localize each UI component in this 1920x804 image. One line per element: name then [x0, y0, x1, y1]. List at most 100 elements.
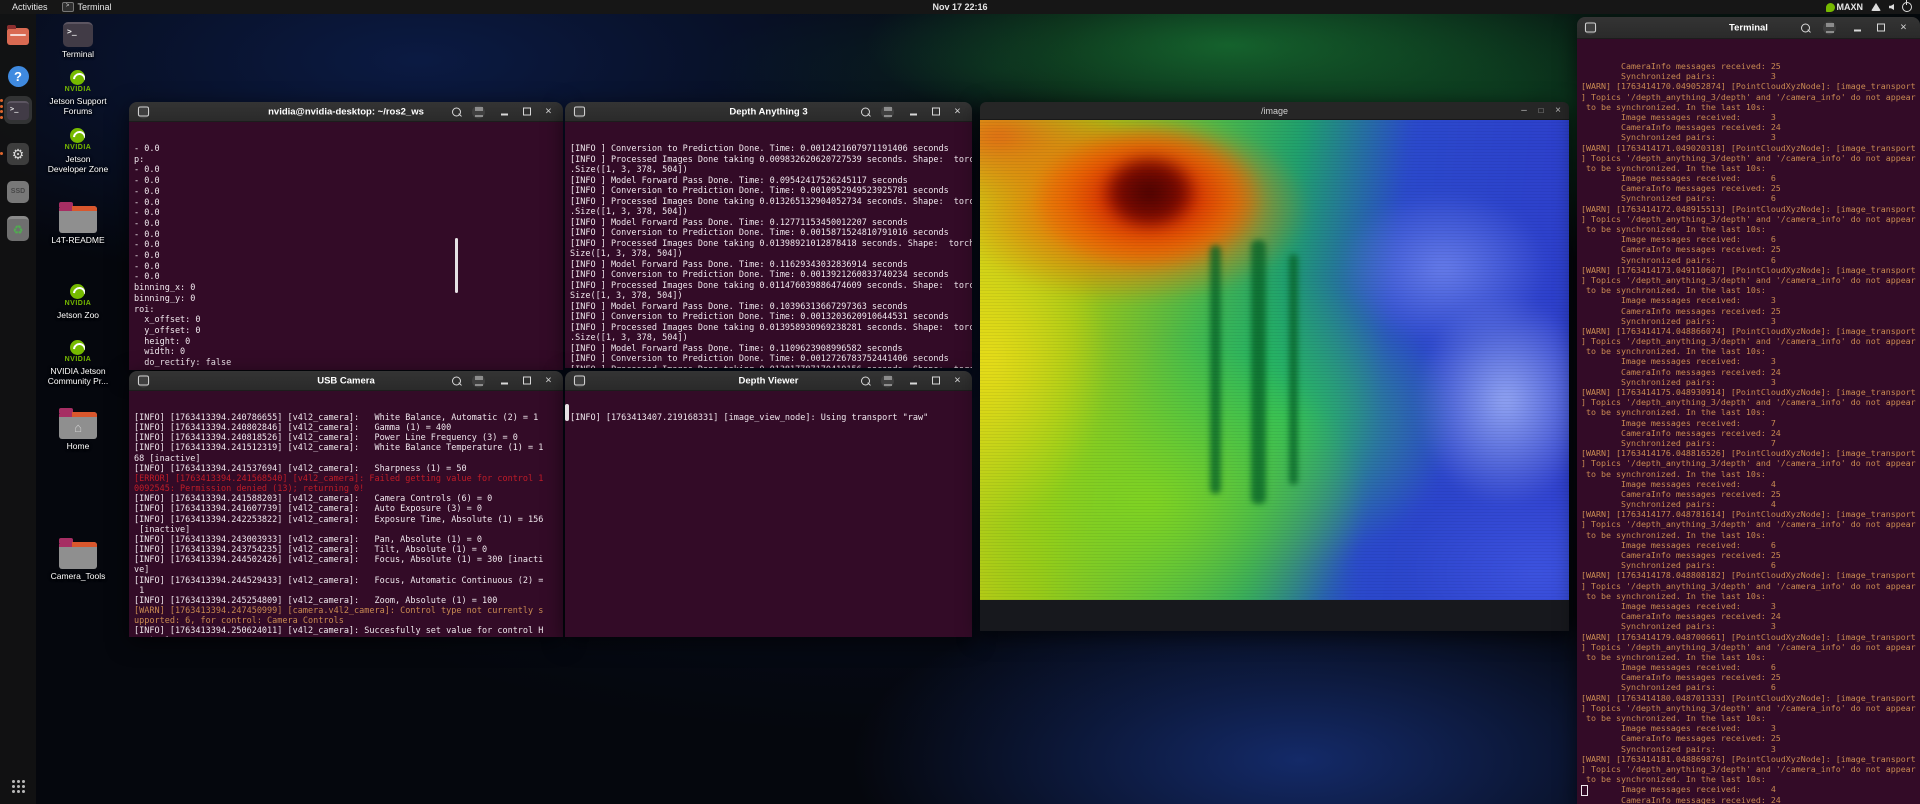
nvidia-logo-icon: NVIDIA — [65, 70, 92, 94]
terminal-line: Image messages received: 4 — [1581, 478, 1776, 489]
headerbar[interactable]: Depth Anything 3 × — [565, 102, 972, 122]
desktop-icon-l4t-readme[interactable]: L4T-README — [46, 202, 110, 245]
terminal-output[interactable]: - 0.0 p: - 0.0- 0.0- 0.0- 0.0- 0.0- 0.0- 0… — [129, 122, 563, 370]
search-button[interactable] — [859, 105, 872, 118]
open-window-dots — [0, 99, 3, 119]
minimize-button[interactable] — [498, 374, 511, 387]
headerbar[interactable]: USB Camera × — [129, 371, 563, 391]
menu-button[interactable] — [472, 374, 485, 387]
titlebar[interactable]: /image – □ × — [980, 102, 1569, 120]
dock-item-settings[interactable]: ⚙ — [0, 140, 32, 168]
headerbar[interactable]: Depth Viewer × — [565, 371, 972, 391]
terminal-line: to be synchronized. In the last 10s: — [1581, 713, 1766, 723]
desktop-icon-jetson-support-forums[interactable]: NVIDIA Jetson Support Forums — [46, 70, 110, 116]
new-tab-button[interactable] — [137, 105, 150, 118]
terminal-line: [INFO ] Processed Images Done taking 0.0… — [570, 365, 972, 369]
maximize-button[interactable] — [929, 374, 942, 387]
files-icon — [7, 24, 29, 45]
terminal-line: to be synchronized. In the last 10s: — [1581, 468, 1766, 479]
desktop-icon-camera-tools[interactable]: Camera_Tools — [46, 538, 110, 581]
close-button[interactable]: × — [1897, 21, 1910, 34]
close-button[interactable]: × — [951, 105, 964, 118]
minimize-icon — [501, 113, 508, 116]
search-button[interactable] — [1799, 21, 1812, 34]
terminal-line: Synchronized pairs: 4 — [1581, 499, 1776, 510]
minimize-button[interactable] — [498, 105, 511, 118]
maximize-button[interactable] — [520, 105, 533, 118]
terminal-output[interactable]: [INFO ] Conversion to Prediction Done. T… — [565, 122, 972, 368]
search-button[interactable] — [859, 374, 872, 387]
dock-item-files[interactable] — [4, 22, 32, 50]
dock-item-help[interactable]: ? — [4, 62, 32, 90]
maximize-button[interactable] — [929, 105, 942, 118]
desktop-icon-terminal[interactable]: >_ Terminal — [46, 22, 110, 59]
show-applications-button[interactable] — [4, 772, 32, 800]
terminal-output[interactable]: [INFO] [1763413394.240786655] [v4l2_came… — [129, 391, 563, 637]
terminal-line: [INFO ] Conversion to Prediction Done. T… — [570, 144, 949, 154]
menu-button[interactable] — [881, 374, 894, 387]
terminal-line: Image messages received: 3 — [1581, 356, 1776, 367]
minimize-button[interactable] — [1851, 21, 1864, 34]
maximize-button[interactable]: □ — [1534, 104, 1548, 118]
dock-item-ssd[interactable]: SSD — [4, 178, 32, 206]
activities-button[interactable]: Activities — [12, 2, 48, 12]
scrollbar-thumb[interactable] — [455, 238, 458, 293]
menu-button[interactable] — [881, 105, 894, 118]
terminal-line: [WARN] [1763414174.048866074] [PointClou… — [1581, 325, 1916, 336]
terminal-line: [INFO ] Model Forward Pass Done. Time: 0… — [570, 175, 908, 186]
terminal-line: Image messages received: 3 — [1581, 111, 1776, 122]
new-tab-button[interactable] — [137, 374, 150, 387]
terminal-line: [WARN] [1763414173.049110607] [PointClou… — [1581, 264, 1916, 275]
terminal-line: [INFO] [1763413394.242253822] [v4l2_came… — [134, 514, 544, 525]
terminal-output[interactable]: CameraInfo messages received: 25 Synchro… — [1577, 39, 1920, 804]
menu-button[interactable] — [1823, 21, 1836, 34]
new-tab-button[interactable] — [573, 374, 586, 387]
home-emblem-icon: ⌂ — [74, 420, 82, 435]
menu-button[interactable] — [472, 105, 485, 118]
terminal-line: [INFO ] Conversion to Prediction Done. T… — [570, 270, 949, 280]
search-icon — [861, 107, 870, 116]
nvidia-logo-icon: NVIDIA — [65, 284, 92, 308]
terminal-line: [WARN] [1763413394.247450999] [camera.v4… — [134, 605, 544, 616]
focused-app-menu[interactable]: > Terminal — [61, 2, 112, 12]
headerbar[interactable]: nvidia@nvidia-desktop: ~/ros2_ws × — [129, 102, 563, 122]
minimize-button[interactable]: – — [1517, 104, 1531, 118]
terminal-line: CameraInfo messages received: 25 — [1581, 183, 1781, 194]
terminal-line: [WARN] [1763414178.048808182] [PointClou… — [1581, 570, 1916, 581]
new-tab-button[interactable] — [573, 105, 586, 118]
terminal-line: CameraInfo messages received: 24 — [1581, 427, 1781, 438]
close-button[interactable]: × — [542, 374, 555, 387]
desktop-icon-home[interactable]: ⌂ Home — [46, 408, 110, 451]
desktop-icon-jetson-community[interactable]: NVIDIA NVIDIA Jetson Community Pr... — [46, 340, 110, 386]
scrollbar-thumb[interactable] — [565, 404, 569, 421]
new-tab-button[interactable] — [1584, 21, 1597, 34]
system-tray[interactable]: MAXN — [1825, 0, 1912, 14]
close-icon: × — [1900, 21, 1907, 33]
minimize-button[interactable] — [907, 105, 920, 118]
minimize-button[interactable] — [907, 374, 920, 387]
maximize-button[interactable] — [1874, 21, 1887, 34]
terminal-line: Synchronized pairs: 3 — [1581, 71, 1776, 82]
dock-item-trash[interactable]: ♻ — [4, 214, 32, 242]
clock[interactable]: Nov 17 22:16 — [932, 2, 987, 12]
close-button[interactable]: × — [542, 105, 555, 118]
terminal-line: Size([1, 3, 378, 504]) — [570, 249, 683, 259]
close-button[interactable]: × — [1551, 104, 1565, 118]
dock-item-terminal[interactable]: >_ — [0, 96, 32, 124]
desktop-icon-jetson-zoo[interactable]: NVIDIA Jetson Zoo — [46, 284, 110, 320]
headerbar[interactable]: Terminal × — [1577, 17, 1920, 39]
maximize-button[interactable] — [520, 374, 533, 387]
terminal-line: ] Topics '/depth_anything_3/depth' and '… — [1581, 152, 1916, 163]
terminal-line: [INFO ] Processed Images Done taking 0.0… — [570, 238, 972, 249]
search-button[interactable] — [450, 105, 463, 118]
terminal-line: to be synchronized. In the last 10s: — [1581, 101, 1766, 112]
terminal-line: CameraInfo messages received: 24 — [1581, 611, 1781, 622]
terminal-output[interactable]: [INFO] [1763413407.219168331] [image_vie… — [565, 391, 972, 637]
terminal-line: to be synchronized. In the last 10s: — [1581, 346, 1766, 357]
terminal-line: - 0.0 — [134, 251, 160, 262]
terminal-line: [INFO] [1763413407.219168331] [image_vie… — [570, 413, 929, 423]
gear-icon: ⚙ — [7, 143, 29, 165]
close-button[interactable]: × — [951, 374, 964, 387]
desktop-icon-jetson-developer-zone[interactable]: NVIDIA Jetson Developer Zone — [46, 128, 110, 174]
search-button[interactable] — [450, 374, 463, 387]
